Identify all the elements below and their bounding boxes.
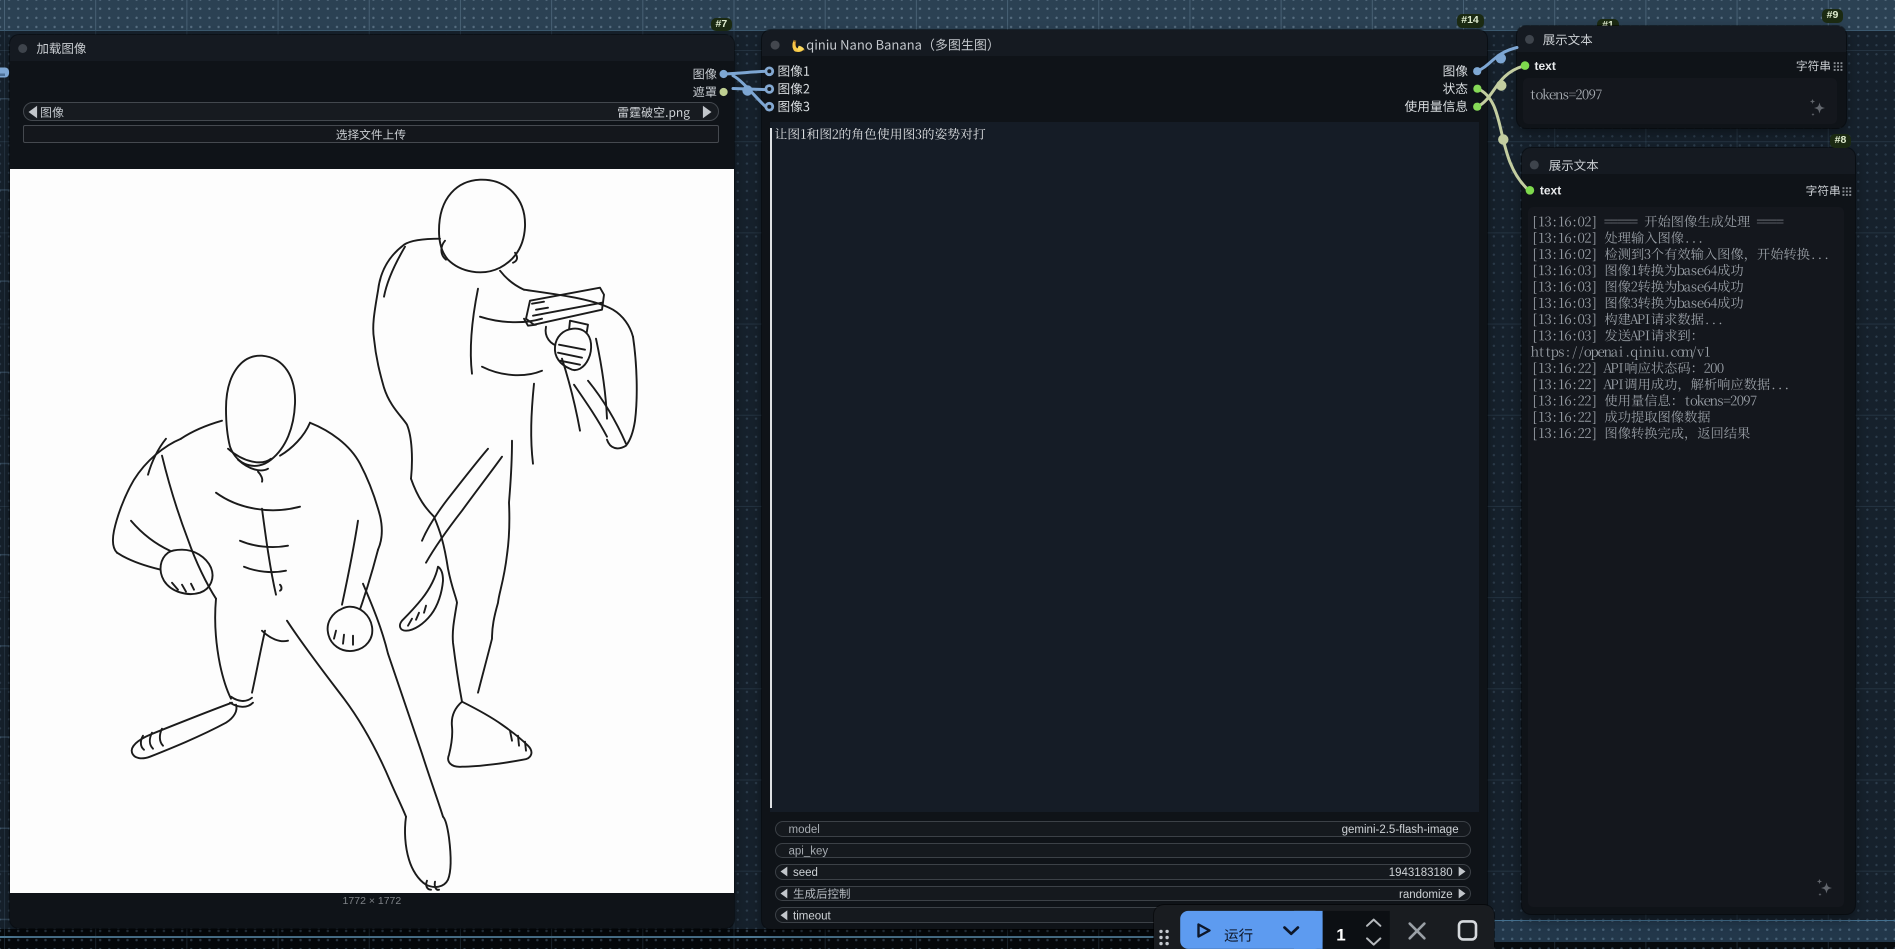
- svg-text:1943183180: 1943183180: [1389, 867, 1453, 879]
- svg-text:timeout: timeout: [793, 911, 832, 923]
- svg-text:text: text: [1535, 59, 1556, 73]
- svg-text:1: 1: [1336, 926, 1345, 945]
- svg-text:model: model: [789, 824, 820, 836]
- svg-text:seed: seed: [793, 867, 818, 879]
- svg-text:gemini-2.5-flash-image: gemini-2.5-flash-image: [1342, 824, 1459, 836]
- svg-text:1772 × 1772: 1772 × 1772: [343, 895, 402, 907]
- svg-text:randomize: randomize: [1399, 889, 1453, 901]
- svg-text:api_key: api_key: [789, 845, 829, 857]
- svg-text:text: text: [1540, 184, 1561, 198]
